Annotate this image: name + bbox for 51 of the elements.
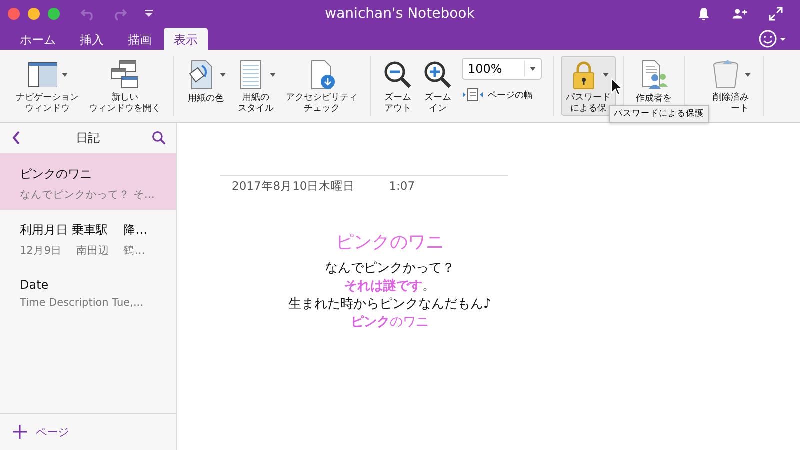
ribbon-tab[interactable]: 表示 <box>164 28 208 50</box>
add-person-icon[interactable] <box>732 6 748 22</box>
mouse-pointer-icon <box>611 78 623 96</box>
nav-button[interactable]: ナビゲーション ウィンドウ <box>11 56 84 116</box>
add-page-button[interactable]: ページ <box>0 413 176 450</box>
bell-icon[interactable] <box>696 6 712 22</box>
page-width-icon <box>462 88 484 102</box>
zoomin-button[interactable]: ズーム イン <box>418 56 458 116</box>
paperstyle-button[interactable]: 用紙の スタイル <box>231 56 281 116</box>
note-line: それは謎です。 <box>344 278 436 296</box>
zoom-out-icon <box>383 60 413 90</box>
zoom-dropdown[interactable]: 100% <box>462 58 542 80</box>
zoom-button[interactable] <box>48 8 60 20</box>
minimize-button[interactable] <box>28 8 40 20</box>
ribbon-tab[interactable]: 挿入 <box>68 28 116 50</box>
page-item[interactable]: Date Time Description Tue,... <box>0 266 176 322</box>
plus-icon <box>12 424 28 440</box>
page-title: ピンクのワニ <box>20 166 93 183</box>
note-line: ピンクのワニ <box>351 314 429 332</box>
page-preview: なんでピンクかって？ そ… <box>20 188 156 202</box>
smiley-icon[interactable] <box>758 29 788 49</box>
window-title: wanichan's Notebook <box>325 6 475 22</box>
page-time: 1:07 <box>389 179 416 194</box>
note-line: 生まれた時からピンクなんだもん♪ <box>288 296 492 314</box>
panes-icon <box>28 60 58 90</box>
trash-can-icon <box>711 60 741 90</box>
section-title: 日記 <box>76 130 100 146</box>
page-item[interactable]: 利用月日 乗車駅 降… 12月9日 南田辺 鶴… <box>0 210 176 266</box>
zoomout-button[interactable]: ズーム アウト <box>378 56 418 116</box>
trash-button[interactable]: 削除済み ート <box>706 56 756 116</box>
zoom-in-icon <box>423 60 453 90</box>
page-width-button[interactable]: ページの幅 <box>462 88 542 102</box>
page-preview: Time Description Tue,... <box>20 297 144 309</box>
page-preview: 12月9日 南田辺 鶴… <box>20 244 146 258</box>
search-icon[interactable] <box>152 130 166 146</box>
page-title: 利用月日 乗車駅 降… <box>20 222 149 239</box>
papercolor-button[interactable]: 用紙の色 <box>181 56 231 116</box>
caret-icon <box>530 67 536 71</box>
windows-icon <box>110 60 140 90</box>
customize-menu-icon[interactable] <box>144 9 154 19</box>
page-title: Date <box>20 278 50 292</box>
newwin-button[interactable]: 新しい ウィンドウを開く <box>84 56 166 116</box>
tooltip: パスワードによる保護 <box>609 105 709 123</box>
ribbon-tab[interactable]: 描画 <box>116 28 164 50</box>
page-item[interactable]: ピンクのワニ なんでピンクかって？ そ… <box>0 154 176 210</box>
note-line: なんでピンクかって？ <box>325 260 455 278</box>
access-button[interactable]: アクセシビリティ チェック <box>281 56 363 116</box>
ribbon-tab[interactable]: ホーム <box>8 28 68 50</box>
expand-icon[interactable] <box>768 6 784 22</box>
note-heading: ピンクのワニ <box>336 231 444 254</box>
page-date: 2017年8月10日木曜日 <box>232 179 356 194</box>
